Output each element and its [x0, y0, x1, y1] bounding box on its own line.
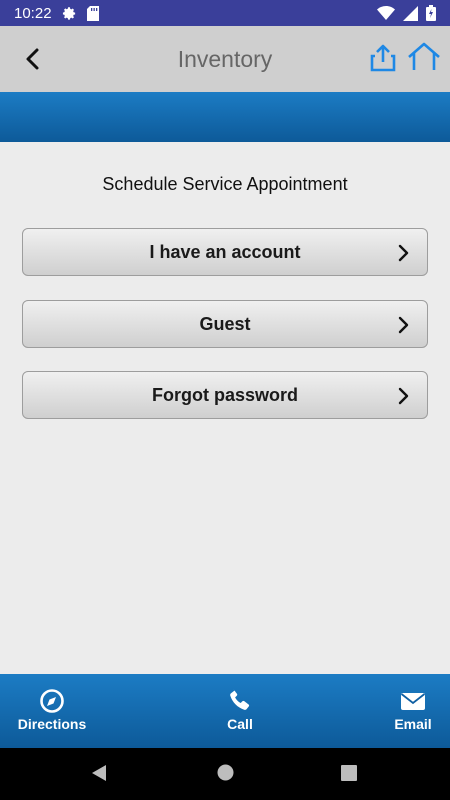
directions-button[interactable]: Directions: [16, 674, 88, 748]
settings-icon: [62, 6, 75, 20]
guest-button[interactable]: Guest: [22, 300, 428, 348]
sd-card-icon: [86, 5, 99, 21]
chevron-right-icon: [398, 244, 409, 262]
nav-back-icon[interactable]: [90, 764, 108, 782]
nav-home-icon[interactable]: [217, 764, 234, 781]
status-time: 10:22: [14, 4, 52, 22]
share-icon[interactable]: [370, 44, 396, 72]
forgot-password-button[interactable]: Forgot password: [22, 371, 428, 419]
directions-label: Directions: [17, 716, 87, 732]
phone-icon: [230, 689, 250, 710]
forgot-password-label: Forgot password: [151, 384, 298, 405]
chevron-right-icon: [398, 316, 409, 334]
have-account-label: I have an account: [149, 241, 301, 262]
section-heading: Schedule Service Appointment: [102, 174, 348, 194]
compass-icon: [40, 689, 64, 713]
have-account-button[interactable]: I have an account: [22, 228, 428, 276]
app-bar: Inventory: [0, 26, 450, 92]
nav-recents-icon[interactable]: [341, 765, 357, 781]
call-label: Call: [227, 716, 253, 732]
mail-icon: [400, 693, 426, 710]
chevron-right-icon: [398, 387, 409, 405]
bottom-toolbar: Directions Call Email: [0, 674, 450, 748]
system-nav-bar: [0, 748, 450, 800]
status-bar: 10:22: [0, 0, 450, 26]
header-band: [0, 92, 450, 142]
email-label: Email: [394, 716, 432, 732]
battery-icon: [426, 5, 436, 21]
email-button[interactable]: Email: [388, 674, 438, 748]
call-button[interactable]: Call: [212, 674, 268, 748]
signal-icon: [403, 5, 418, 21]
guest-label: Guest: [199, 313, 251, 334]
home-icon[interactable]: [407, 42, 441, 72]
wifi-icon: [377, 6, 395, 20]
